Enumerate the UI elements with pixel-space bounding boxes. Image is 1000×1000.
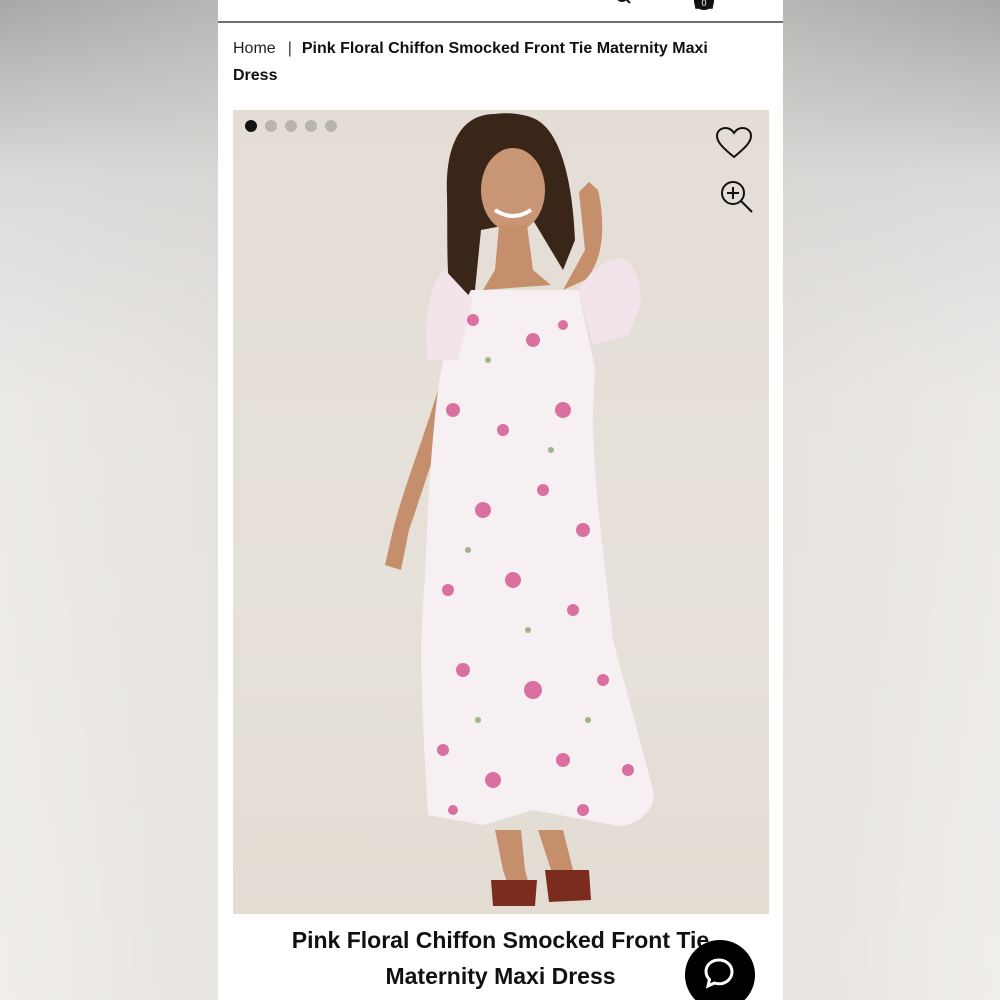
breadcrumb: Home | Pink Floral Chiffon Smocked Front T… (233, 35, 753, 89)
product-image-gallery[interactable] (233, 110, 769, 914)
gallery-dot-3[interactable] (285, 120, 297, 132)
top-navigation-bar: 0 (218, 0, 783, 23)
background-left (0, 0, 218, 1000)
zoom-in-icon[interactable] (720, 180, 754, 214)
gallery-dot-2[interactable] (265, 120, 277, 132)
background-right (783, 0, 1000, 1000)
gallery-dot-1[interactable] (245, 120, 257, 132)
chat-bubble-icon (704, 958, 734, 989)
heart-icon[interactable] (715, 126, 753, 160)
breadcrumb-separator: | (287, 40, 292, 57)
product-title: Pink Floral Chiffon Smocked Front Tie Ma… (291, 927, 710, 989)
gallery-dot-4[interactable] (305, 120, 317, 132)
search-icon[interactable] (616, 0, 632, 4)
breadcrumb-current-page: Pink Floral Chiffon Smocked Front Tie Ma… (233, 40, 708, 84)
gallery-dot-5[interactable] (325, 120, 337, 132)
gallery-pagination (245, 120, 337, 132)
breadcrumb-home-link[interactable]: Home (233, 40, 276, 57)
product-photo (385, 113, 654, 906)
product-page: 0 Home | Pink Floral Chiffon Smocked Front… (218, 0, 783, 1000)
